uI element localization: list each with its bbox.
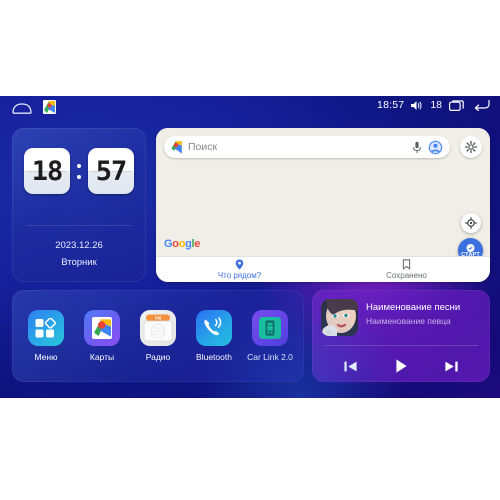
account-avatar-icon[interactable] [428,139,443,155]
search-placeholder-text: Поиск [188,141,218,153]
app-radio[interactable]: FM Радио [133,310,183,362]
app-dock: Меню Карты FM Радио Bluetooth Car Link 2… [12,290,304,382]
clock-widget[interactable]: 18 57 2023.12.26 Вторник [12,128,146,282]
app-menu-label: Меню [34,352,58,362]
maps-widget[interactable]: Поиск Google СТАРТ Что рядом? Сохранено [156,128,490,282]
location-pin-icon [235,259,244,270]
car-link-icon [252,310,288,346]
compass-icon [465,217,477,229]
map-settings-button[interactable] [460,136,482,158]
next-track-button[interactable] [444,359,459,374]
song-artist: Наименование певца [366,316,451,326]
skip-previous-icon [344,361,357,371]
apps-grid-icon [28,310,64,346]
map-tab-nearby-label: Что рядом? [217,271,262,280]
song-title: Наименование песни [366,302,461,313]
radio-icon: FM [140,310,176,346]
maps-shortcut-icon[interactable] [43,100,56,114]
app-car-link[interactable]: Car Link 2.0 [245,310,295,362]
home-icon[interactable] [12,101,32,114]
skip-next-icon [445,361,458,371]
status-bar: 18:57 18 [0,96,500,122]
play-icon [396,359,407,373]
volume-icon[interactable] [411,100,423,111]
recents-icon[interactable] [449,99,464,111]
map-tab-saved-label: Сохранено [386,271,427,280]
clock-divider [26,225,132,226]
volume-level: 18 [430,99,442,111]
flip-clock: 18 57 [24,148,134,194]
gear-icon [465,141,477,153]
play-button[interactable] [392,357,410,375]
app-bluetooth[interactable]: Bluetooth [189,310,239,362]
clock-colon [70,148,88,194]
app-car-link-label: Car Link 2.0 [247,352,293,362]
player-controls [312,352,490,380]
maps-pin-icon [171,140,182,154]
music-player-widget[interactable]: Наименование песни Наименование певца [312,290,490,382]
bluetooth-phone-icon [196,310,232,346]
app-maps[interactable]: Карты [77,310,127,362]
status-bar-left [12,100,56,114]
status-time: 18:57 [377,99,405,111]
clock-weekday: Вторник [61,257,97,268]
map-search-bar[interactable]: Поиск [164,136,450,158]
svg-text:FM: FM [155,315,162,320]
clock-hours: 18 [24,148,70,194]
clock-date: 2023.12.26 [55,240,103,251]
bookmark-icon [402,259,411,270]
map-tab-saved[interactable]: Сохранено [323,257,490,282]
previous-track-button[interactable] [343,359,358,374]
player-divider [324,345,478,346]
car-head-unit-screen: 18:57 18 18 57 2023.12.26 Вторник Поиск … [0,96,500,398]
microphone-icon[interactable] [412,141,422,154]
maps-icon [84,310,120,346]
app-menu[interactable]: Меню [21,310,71,362]
google-logo: Google [164,238,201,250]
app-maps-label: Карты [89,352,115,362]
app-radio-label: Радио [145,352,171,362]
app-bluetooth-label: Bluetooth [196,352,232,362]
back-icon[interactable] [474,99,490,112]
map-bottom-tabs: Что рядом? Сохранено [156,256,490,282]
album-art [321,299,358,336]
map-tab-nearby[interactable]: Что рядом? [156,257,323,282]
compass-button[interactable] [461,213,481,233]
clock-minutes: 57 [88,148,134,194]
status-bar-right: 18:57 18 [377,99,490,112]
